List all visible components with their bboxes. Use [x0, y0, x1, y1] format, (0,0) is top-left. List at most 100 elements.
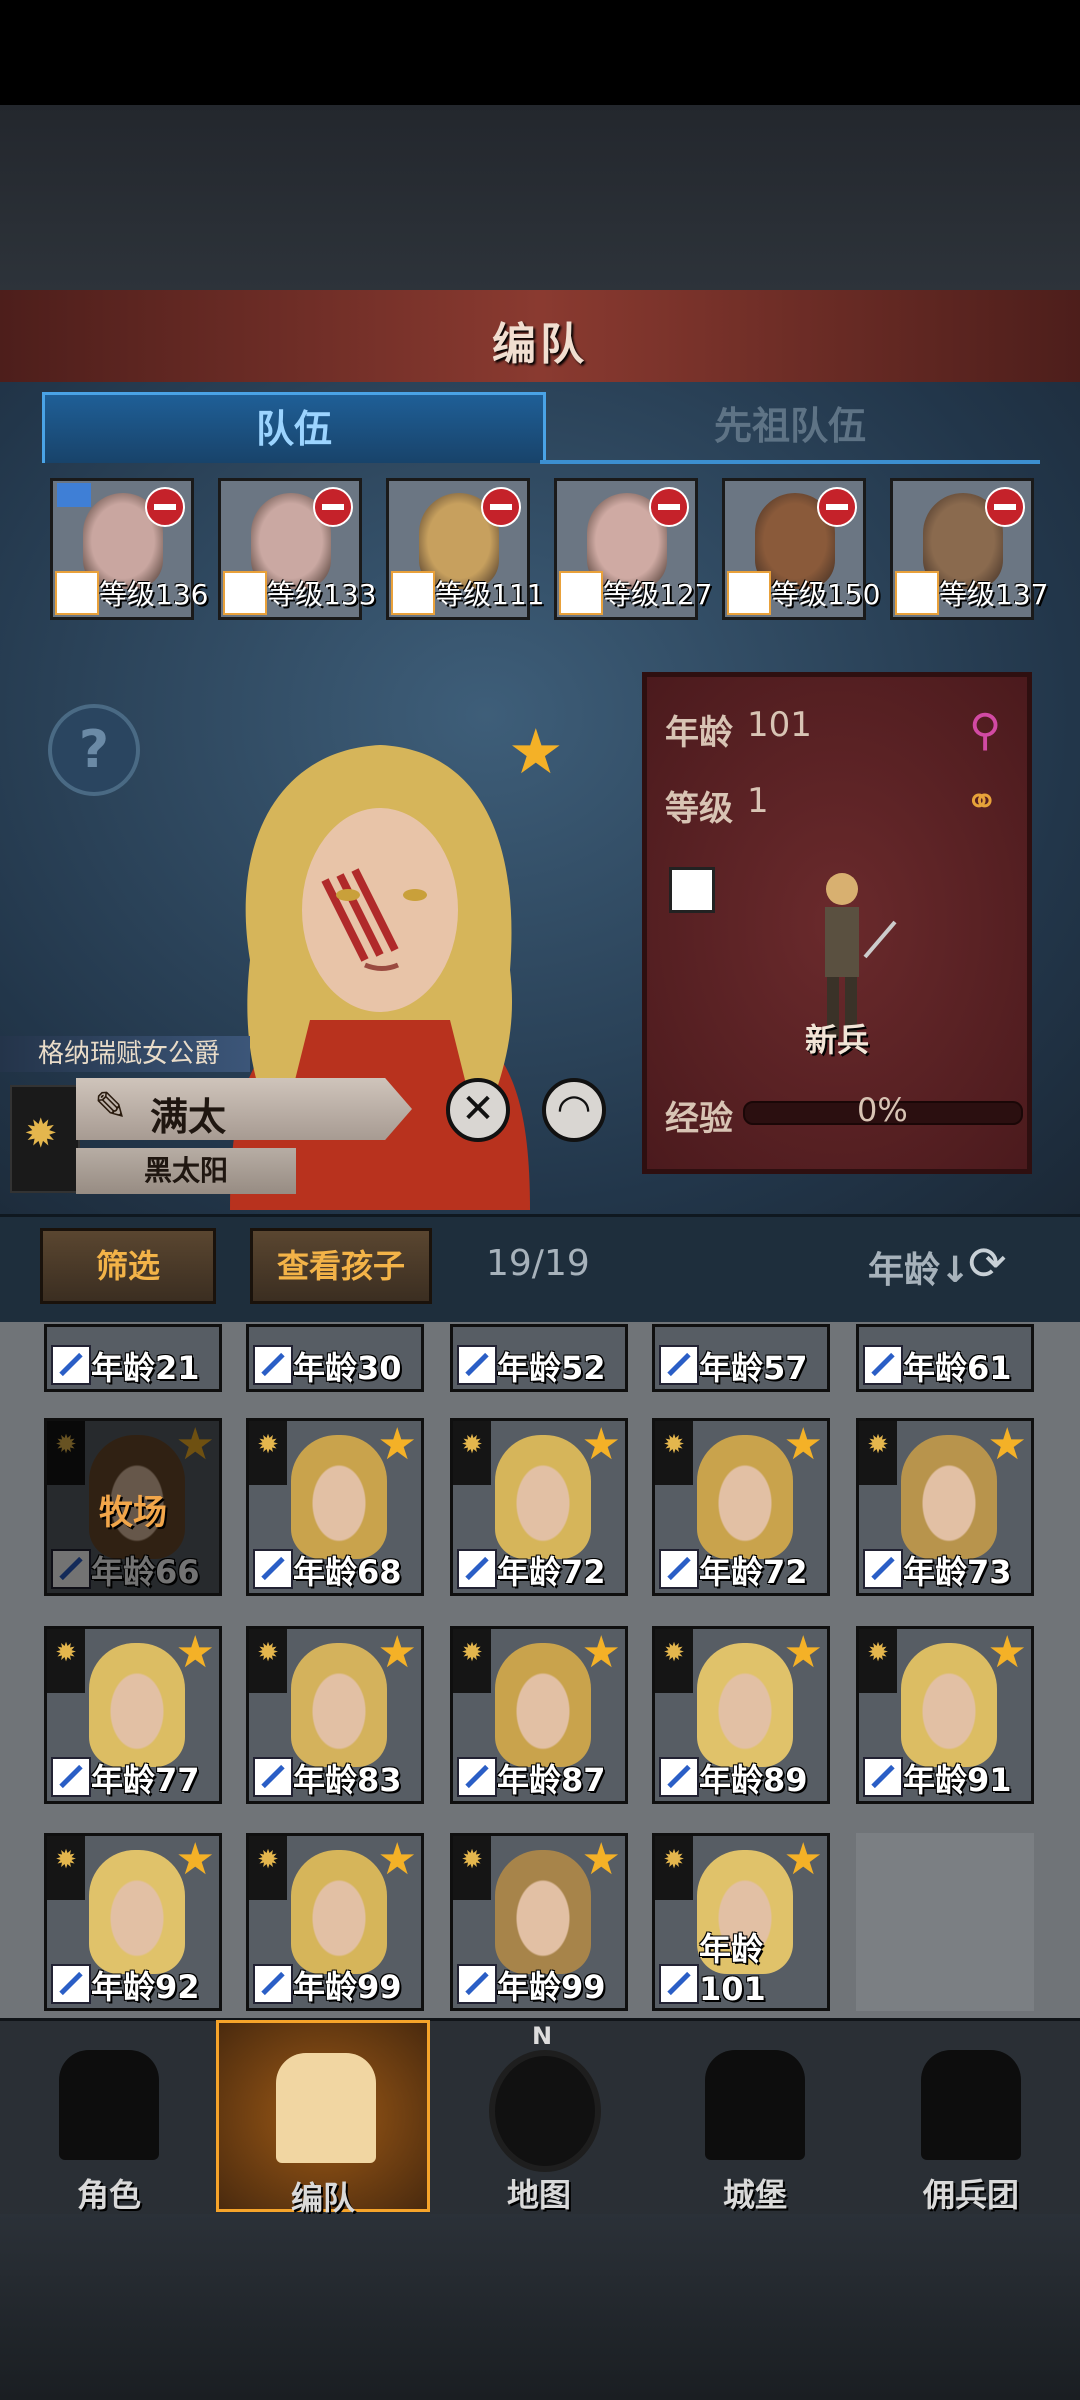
hero-info-card: 年龄 101 ⚲ 等级 1 ⚭ 新兵 经验 0% — [642, 672, 1032, 1174]
sword-icon — [659, 1549, 699, 1589]
top-black-bar — [0, 0, 1080, 105]
house-name: 黑太阳 — [76, 1148, 296, 1194]
star-icon: ★ — [581, 1419, 621, 1470]
favorite-star-icon[interactable]: ★ — [508, 715, 564, 788]
refresh-icon[interactable]: ⟳ — [968, 1238, 1018, 1288]
compass-map-icon — [489, 2050, 601, 2172]
nav-item-role[interactable]: 角色 — [2, 2020, 216, 2214]
age-label: 年龄 — [665, 713, 733, 753]
nav-item-mercenary[interactable]: 佣兵团 — [864, 2020, 1078, 2214]
sword-icon — [51, 1345, 91, 1385]
roster-age: 年龄57 — [699, 1349, 808, 1387]
remove-member-icon[interactable] — [985, 487, 1025, 527]
sword-icon — [457, 1549, 497, 1589]
helmet-equip-icon[interactable]: ◠ — [542, 1078, 606, 1142]
roster-card[interactable]: ✹ ★ 年龄83 — [246, 1626, 424, 1804]
remove-member-icon[interactable] — [649, 487, 689, 527]
roster-count: 19/19 — [486, 1243, 590, 1284]
star-icon: ★ — [783, 1834, 823, 1885]
ranch-status-label: 牧场 — [99, 1493, 167, 1533]
hero-title-tag: 格纳瑞赋女公爵 — [0, 1036, 250, 1072]
roster-age: 年龄30 — [293, 1349, 402, 1387]
sun-emblem-icon: ✹ — [24, 1111, 58, 1157]
roster-portrait — [89, 1643, 185, 1767]
hero-name: 满太 — [150, 1095, 227, 1139]
team-member-slot[interactable]: 等级136 — [50, 478, 208, 620]
nav-item-castle[interactable]: 城堡 — [648, 2020, 862, 2214]
star-icon: ★ — [175, 1627, 215, 1678]
sword-icon — [457, 1757, 497, 1797]
sword-icon — [659, 1345, 699, 1385]
team-member-slot[interactable]: 等级137 — [890, 478, 1048, 620]
hero-name-plate[interactable]: ✎ 满太 — [76, 1078, 412, 1140]
view-children-button[interactable]: 查看孩子 — [250, 1228, 432, 1304]
team-member-slot[interactable]: 等级133 — [218, 478, 376, 620]
dismiss-icon[interactable]: ✕ — [446, 1078, 510, 1142]
remove-member-icon[interactable] — [817, 487, 857, 527]
sword-icon — [51, 1964, 91, 2004]
roster-portrait — [901, 1435, 997, 1559]
roster-portrait — [495, 1435, 591, 1559]
roster-age: 年龄92 — [91, 1968, 200, 2006]
tab-team[interactable]: 队伍 — [42, 392, 546, 463]
sun-emblem-icon: ✹ — [249, 1629, 287, 1693]
title-bar: 编队 — [0, 290, 1080, 384]
roster-card[interactable]: 年龄61 — [856, 1324, 1034, 1392]
sword-icon — [727, 571, 771, 615]
roster-card[interactable]: 年龄57 — [652, 1324, 830, 1392]
roster-card[interactable]: ✹ ★ 年龄73 — [856, 1418, 1034, 1596]
sun-emblem-icon: ✹ — [47, 1836, 85, 1900]
sun-emblem-icon: ✹ — [47, 1629, 85, 1693]
star-icon: ★ — [581, 1627, 621, 1678]
roster-portrait — [697, 1435, 793, 1559]
roster-card[interactable]: ✹ ★ 年龄91 — [856, 1626, 1034, 1804]
member-level: 等级150 — [771, 578, 881, 611]
team-member-slot[interactable]: 等级127 — [554, 478, 712, 620]
sort-by-age-button[interactable]: 年龄↓ — [868, 1241, 970, 1293]
roster-card[interactable]: ✹★年龄66牧场 — [44, 1418, 222, 1596]
roster-age: 年龄99 — [293, 1968, 402, 2006]
filter-button[interactable]: 筛选 — [40, 1228, 216, 1304]
tab-ancestor-team[interactable]: 先祖队伍 — [540, 392, 1040, 464]
roster-age: 年龄21 — [91, 1349, 200, 1387]
remove-member-icon[interactable] — [145, 487, 185, 527]
bottom-bar — [0, 2214, 1080, 2400]
roster-card[interactable]: 年龄30 — [246, 1324, 424, 1392]
sword-icon — [863, 1549, 903, 1589]
help-button[interactable]: ? — [48, 704, 140, 796]
remove-member-icon[interactable] — [481, 487, 521, 527]
nav-label: 城堡 — [722, 2176, 787, 2214]
roster-card[interactable]: ✹ ★ 年龄92 — [44, 1833, 222, 2011]
roster-card[interactable]: 年龄21 — [44, 1324, 222, 1392]
remove-member-icon[interactable] — [313, 487, 353, 527]
team-member-slot[interactable]: 等级150 — [722, 478, 880, 620]
ring-icon[interactable]: ⚭ — [965, 779, 999, 825]
member-level: 等级111 — [435, 578, 545, 611]
sun-emblem-icon: ✹ — [453, 1629, 491, 1693]
roster-card[interactable]: ✹ ★ 年龄99 — [246, 1833, 424, 2011]
page-title: 编队 — [492, 319, 588, 370]
edit-name-icon[interactable]: ✎ — [94, 1084, 128, 1130]
staff-icon — [223, 571, 267, 615]
member-level: 等级127 — [603, 578, 713, 611]
nav-item-formation[interactable]: 编队 — [216, 2020, 430, 2217]
roster-card[interactable]: 年龄52 — [450, 1324, 628, 1392]
roster-card[interactable]: ✹ ★ 年龄87 — [450, 1626, 628, 1804]
team-member-slot[interactable]: 等级111 — [386, 478, 544, 620]
sword-icon — [863, 1757, 903, 1797]
roster-age: 年龄73 — [903, 1553, 1012, 1591]
roster-age: 年龄89 — [699, 1761, 808, 1799]
roster-card[interactable]: ✹ ★ 年龄99 — [450, 1833, 628, 2011]
level-label: 等级 — [665, 789, 733, 829]
roster-card[interactable]: ✹ ★ 年龄68 — [246, 1418, 424, 1596]
member-level: 等级133 — [267, 578, 377, 611]
roster-card[interactable]: ✹ ★ 年龄77 — [44, 1626, 222, 1804]
roster-portrait — [495, 1643, 591, 1767]
roster-card[interactable]: ✹ ★ 年龄101 — [652, 1833, 830, 2011]
roster-card[interactable]: ✹ ★ 年龄72 — [450, 1418, 628, 1596]
nav-label: 地图 — [506, 2176, 571, 2214]
sun-emblem-icon: ✹ — [655, 1629, 693, 1693]
nav-label: 佣兵团 — [922, 2176, 1019, 2214]
roster-card[interactable]: ✹ ★ 年龄72 — [652, 1418, 830, 1596]
roster-card[interactable]: ✹ ★ 年龄89 — [652, 1626, 830, 1804]
